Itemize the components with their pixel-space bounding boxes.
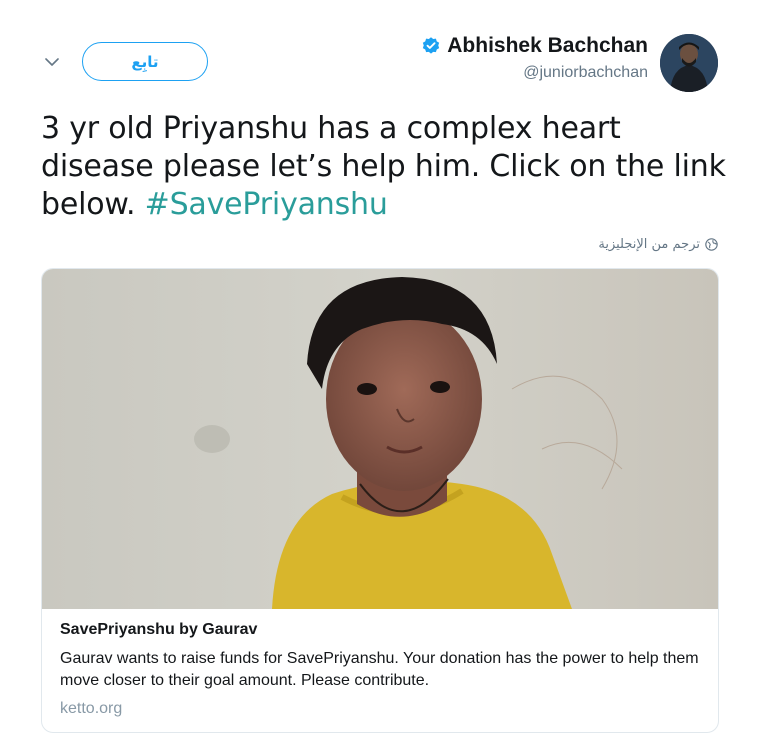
card-body: SavePriyanshu by Gaurav Gaurav wants to … [60,621,700,718]
chevron-down-icon [45,57,59,66]
author-block: Abhishek Bachchan @juniorbachchan [421,34,648,82]
author-handle[interactable]: @juniorbachchan [421,64,648,82]
follow-button[interactable]: تابِع [82,42,208,81]
card-description: Gaurav wants to raise funds for SavePriy… [60,650,699,689]
tweet: تابِع Abhishek Bachchan @juniorbachchan … [0,0,768,742]
card-domain: ketto.org [60,700,123,717]
card-image [42,269,718,609]
author-name[interactable]: Abhishek Bachchan [447,34,648,58]
translate-tweet-link[interactable]: ترجم من الإنجليزية [598,237,718,252]
tweet-text: 3 yr old Priyanshu has a complex heart d… [41,110,731,224]
author-name-row: Abhishek Bachchan [421,34,648,58]
tweet-options-caret[interactable] [38,50,66,74]
translate-label: ترجم من الإنجليزية [598,237,700,252]
avatar-image [660,34,718,92]
verified-badge-icon [423,37,440,54]
link-preview-card[interactable]: SavePriyanshu by Gaurav Gaurav wants to … [41,268,719,733]
avatar[interactable] [660,34,718,92]
card-title: SavePriyanshu by Gaurav [60,621,258,638]
globe-icon [705,238,718,251]
hashtag-link[interactable]: #SavePriyanshu [145,187,388,222]
